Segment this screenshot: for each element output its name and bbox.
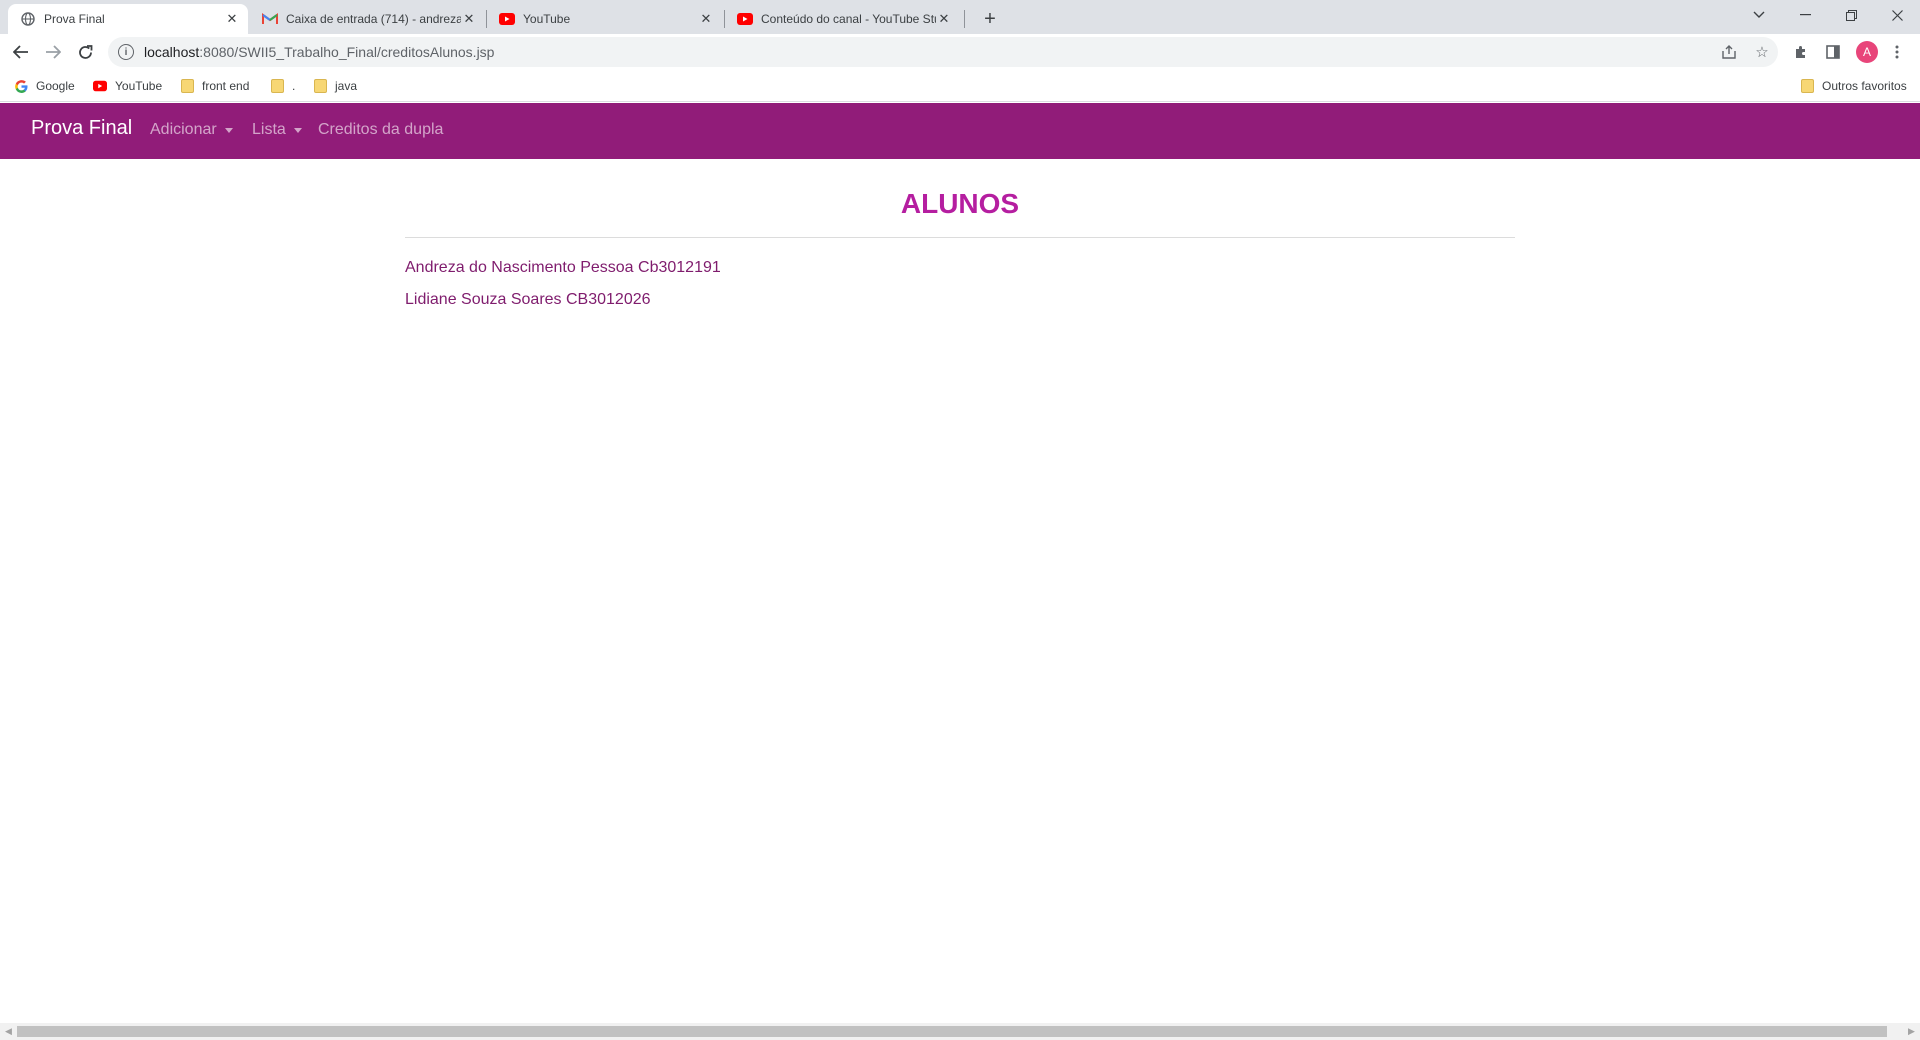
url-host: localhost bbox=[144, 44, 200, 60]
horizontal-scrollbar[interactable]: ◀ ▶ bbox=[0, 1023, 1920, 1040]
profile-avatar[interactable]: A bbox=[1856, 41, 1878, 63]
close-tab-icon[interactable]: ✕ bbox=[936, 11, 952, 27]
more-menu-icon[interactable] bbox=[1887, 42, 1907, 62]
bookmark-label: front end bbox=[202, 79, 250, 93]
bookmark-folder-front-end[interactable]: front end bbox=[180, 77, 249, 95]
address-bar[interactable]: i localhost:8080/SWII5_Trabalho_Final/cr… bbox=[108, 37, 1778, 67]
nav-label: Creditos da dupla bbox=[318, 121, 444, 138]
tab-title: Caixa de entrada (714) - andreza bbox=[286, 12, 461, 26]
main-content: ALUNOS Andreza do Nascimento Pessoa Cb30… bbox=[405, 159, 1515, 316]
site-info-icon[interactable]: i bbox=[118, 44, 134, 60]
nav-label: Lista bbox=[252, 121, 286, 138]
restore-icon[interactable] bbox=[1828, 0, 1874, 30]
bookmark-label: YouTube bbox=[115, 79, 163, 93]
tab-prova-final[interactable]: Prova Final ✕ bbox=[8, 4, 248, 34]
youtube-icon bbox=[499, 11, 515, 27]
folder-icon bbox=[1800, 79, 1814, 93]
close-tab-icon[interactable]: ✕ bbox=[698, 11, 714, 27]
bookmark-star-icon[interactable]: ☆ bbox=[1752, 42, 1772, 62]
nav-creditos-link[interactable]: Creditos da dupla bbox=[318, 121, 443, 139]
tab-gmail[interactable]: Caixa de entrada (714) - andreza ✕ bbox=[250, 4, 485, 34]
tab-search-icon[interactable] bbox=[1736, 0, 1782, 30]
close-window-icon[interactable] bbox=[1874, 0, 1920, 30]
page-title: ALUNOS bbox=[900, 188, 1020, 219]
share-icon[interactable] bbox=[1719, 42, 1739, 62]
reload-icon[interactable] bbox=[71, 38, 99, 66]
browser-toolbar: i localhost:8080/SWII5_Trabalho_Final/cr… bbox=[0, 34, 1920, 70]
brand-link[interactable]: Prova Final bbox=[31, 117, 132, 140]
nav-adicionar-dropdown[interactable]: Adicionar bbox=[150, 121, 233, 139]
close-tab-icon[interactable]: ✕ bbox=[224, 11, 240, 27]
scrollbar-thumb[interactable] bbox=[17, 1026, 1887, 1037]
caret-down-icon bbox=[293, 127, 302, 133]
bookmark-folder-java[interactable]: java bbox=[313, 77, 357, 95]
bookmark-label: Outros favoritos bbox=[1822, 79, 1907, 93]
youtube-studio-icon bbox=[737, 11, 753, 27]
folder-icon bbox=[270, 79, 284, 93]
tab-youtube[interactable]: YouTube ✕ bbox=[487, 4, 722, 34]
list-item: Lidiane Souza Soares CB3012026 bbox=[405, 291, 651, 308]
side-panel-icon[interactable] bbox=[1823, 42, 1843, 62]
youtube-icon bbox=[93, 79, 107, 93]
tab-title: Prova Final bbox=[44, 12, 105, 26]
folder-icon bbox=[313, 79, 327, 93]
tab-title: YouTube bbox=[523, 12, 571, 26]
gmail-icon bbox=[262, 11, 278, 27]
scroll-right-icon[interactable]: ▶ bbox=[1903, 1023, 1920, 1040]
tab-youtube-studio[interactable]: Conteúdo do canal - YouTube Stu ✕ bbox=[725, 4, 960, 34]
bookmark-youtube[interactable]: YouTube bbox=[93, 77, 162, 95]
close-tab-icon[interactable]: ✕ bbox=[461, 11, 477, 27]
google-icon bbox=[14, 79, 28, 93]
tab-separator bbox=[964, 10, 965, 28]
divider bbox=[405, 237, 1515, 238]
url-path: :8080/SWII5_Trabalho_Final/creditosAluno… bbox=[199, 44, 495, 60]
back-arrow-icon[interactable] bbox=[7, 38, 35, 66]
folder-icon bbox=[180, 79, 194, 93]
extensions-icon[interactable] bbox=[1791, 42, 1811, 62]
scroll-left-icon[interactable]: ◀ bbox=[0, 1023, 17, 1040]
bookmark-label: Google bbox=[36, 79, 75, 93]
student-list: Andreza do Nascimento Pessoa Cb3012191 L… bbox=[405, 252, 1515, 316]
bookmarks-bar: Google YouTube front end . java Outros f… bbox=[0, 70, 1920, 102]
forward-arrow-icon[interactable] bbox=[39, 38, 67, 66]
bookmark-label: . bbox=[292, 79, 296, 93]
minimize-icon[interactable] bbox=[1782, 0, 1828, 30]
globe-icon bbox=[20, 11, 36, 27]
list-item: Andreza do Nascimento Pessoa Cb3012191 bbox=[405, 259, 721, 276]
bookmark-google[interactable]: Google bbox=[14, 77, 75, 95]
bookmark-other-favorites[interactable]: Outros favoritos bbox=[1800, 77, 1907, 95]
new-tab-button[interactable]: + bbox=[977, 6, 1003, 32]
bookmark-folder-dot[interactable]: . bbox=[270, 77, 295, 95]
tab-title: Conteúdo do canal - YouTube Stu bbox=[761, 12, 936, 26]
nav-lista-dropdown[interactable]: Lista bbox=[252, 121, 302, 139]
bookmark-label: java bbox=[335, 79, 358, 93]
nav-label: Adicionar bbox=[150, 121, 217, 138]
caret-down-icon bbox=[224, 127, 233, 133]
app-navbar: Prova Final Adicionar Lista Creditos da … bbox=[0, 103, 1920, 159]
tab-strip: Prova Final ✕ Caixa de entrada (714) - a… bbox=[0, 0, 1920, 34]
